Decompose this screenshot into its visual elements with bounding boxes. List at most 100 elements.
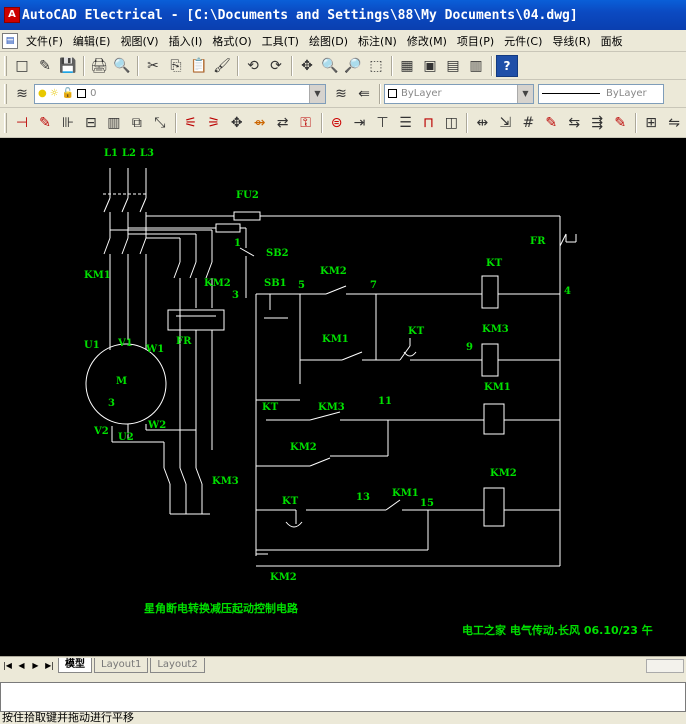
tab-layout2[interactable]: Layout2 [150, 658, 205, 673]
open-icon[interactable]: ✎ [34, 55, 56, 77]
label-fr-top: FR [530, 236, 546, 247]
calculator-icon[interactable]: ▥ [465, 55, 487, 77]
label-node-3: 3 [232, 290, 239, 301]
new-icon[interactable]: □ [11, 55, 33, 77]
panel-icon[interactable]: ◫ [440, 112, 462, 134]
show-wires-icon[interactable]: ⇶ [586, 112, 608, 134]
wire-number-leader-icon[interactable]: ⇲ [494, 112, 516, 134]
drawing-canvas[interactable]: L1 L2 L3 FU2 FR KM1 KM2 1 SB2 3 SB1 5 KM… [0, 138, 686, 656]
layer-dropdown[interactable]: ● ☼ 🔓 0 ▼ [34, 83, 326, 104]
source-arrow-icon[interactable]: ⇄ [272, 112, 294, 134]
toggle-wire-icon[interactable]: ⇆ [563, 112, 585, 134]
pan-icon[interactable]: ✥ [296, 55, 318, 77]
print-icon[interactable]: 🖨 [88, 55, 110, 77]
hash-wire-icon[interactable]: # [517, 112, 539, 134]
toolbar-grip[interactable] [4, 83, 7, 104]
menu-draw[interactable]: 绘图(D) [304, 33, 353, 49]
last-tab-icon[interactable]: ▶| [43, 659, 56, 673]
label-node-7: 7 [370, 280, 377, 291]
tab-model[interactable]: 模型 [58, 658, 92, 673]
label-node-9: 9 [466, 342, 473, 353]
color-dropdown[interactable]: ByLayer ▼ [384, 83, 534, 104]
toolbar-separator [137, 55, 139, 76]
wire-tag-icon[interactable]: ⇴ [249, 112, 271, 134]
edit-component-icon[interactable]: ✎ [34, 112, 56, 134]
insert-component-icon[interactable]: ⊣ [11, 112, 33, 134]
cut-icon[interactable]: ✂ [142, 55, 164, 77]
preview-icon[interactable]: 🔍 [111, 55, 133, 77]
tab-layout1[interactable]: Layout1 [94, 658, 149, 673]
pneumatic-icon[interactable]: ⊜ [326, 112, 348, 134]
edit-wire-icon[interactable]: ✎ [540, 112, 562, 134]
ladder-insert-icon[interactable]: ☰ [395, 112, 417, 134]
ladder-icon[interactable]: ⚿ [295, 112, 317, 134]
first-tab-icon[interactable]: |◀ [1, 659, 14, 673]
toolbar-separator [320, 112, 323, 133]
menu-dimension[interactable]: 标注(N) [353, 33, 402, 49]
audit-icon[interactable]: ⇋ [663, 112, 685, 134]
toolbar-grip[interactable] [4, 112, 7, 133]
layer-manager-icon[interactable]: ≋ [11, 83, 33, 105]
redo-icon[interactable]: ⟳ [265, 55, 287, 77]
drawing-footer: 电工之家 电气传动.长风 06.10/23 午 [462, 624, 653, 637]
toolbar-separator [635, 112, 638, 133]
design-center-icon[interactable]: ▣ [419, 55, 441, 77]
document-icon[interactable]: ▤ [2, 32, 18, 49]
parent-child-icon[interactable]: ▥ [103, 112, 125, 134]
properties-icon[interactable]: ▦ [396, 55, 418, 77]
stretch-wire-icon[interactable]: ⇥ [349, 112, 371, 134]
reports-icon[interactable]: ⊓ [417, 112, 439, 134]
insert-wire-number-icon[interactable]: ✥ [226, 112, 248, 134]
prev-tab-icon[interactable]: ◀ [15, 659, 28, 673]
menu-components[interactable]: 元件(C) [499, 33, 547, 49]
signal-arrow-icon[interactable]: ⇹ [471, 112, 493, 134]
scoot-icon[interactable]: ⤡ [149, 112, 171, 134]
menu-project[interactable]: 项目(P) [452, 33, 499, 49]
menu-insert[interactable]: 插入(I) [164, 33, 208, 49]
wire-icon[interactable]: ⚟ [180, 112, 202, 134]
cross-reference-icon[interactable]: ⧉ [126, 112, 148, 134]
command-line[interactable] [0, 682, 686, 712]
menu-wires[interactable]: 导线(R) [547, 33, 595, 49]
menu-view[interactable]: 视图(V) [115, 33, 163, 49]
zoom-previous-icon[interactable]: ⬚ [365, 55, 387, 77]
toolbar-grip[interactable] [4, 55, 7, 76]
layer-previous-icon[interactable]: ⇚ [353, 83, 375, 105]
undo-icon[interactable]: ⟲ [242, 55, 264, 77]
menu-format[interactable]: 格式(O) [207, 33, 256, 49]
zoom-realtime-icon[interactable]: 🔍 [319, 55, 341, 77]
save-icon[interactable]: 💾 [57, 55, 79, 77]
label-motor-m: M [116, 376, 128, 387]
help-icon[interactable]: ? [496, 54, 518, 77]
menu-file[interactable]: 文件(F) [21, 33, 68, 49]
copy-icon[interactable]: ⎘ [165, 55, 187, 77]
horizontal-scrollbar[interactable] [646, 658, 684, 673]
delete-component-icon[interactable]: ⊟ [80, 112, 102, 134]
chevron-down-icon[interactable]: ▼ [309, 84, 325, 103]
menu-modify[interactable]: 修改(M) [402, 33, 452, 49]
make-current-layer-icon[interactable]: ≋ [330, 83, 352, 105]
status-prompt: 按住拾取键并拖动进行平移 [0, 712, 686, 724]
copy-component-icon[interactable]: ⊪ [57, 112, 79, 134]
label-km2-e: KM2 [270, 572, 297, 583]
zoom-window-icon[interactable]: 🔎 [342, 55, 364, 77]
tool-palettes-icon[interactable]: ▤ [442, 55, 464, 77]
label-kt-b: KT [262, 402, 279, 413]
linetype-dropdown[interactable]: ByLayer [538, 83, 664, 104]
menu-tools[interactable]: 工具(T) [257, 33, 304, 49]
autocad-app-icon[interactable]: A [4, 7, 20, 23]
label-l2: L2 [122, 148, 136, 159]
match-properties-icon[interactable]: 🖌 [211, 55, 233, 77]
next-tab-icon[interactable]: ▶ [29, 659, 42, 673]
title-bar: A AutoCAD Electrical - [C:\Documents and… [0, 0, 686, 30]
layout-tabs-bar: |◀ ◀ ▶ ▶| 模型 Layout1 Layout2 [0, 656, 686, 674]
lightbulb-icon: ● [38, 88, 47, 99]
menu-panel[interactable]: 面板 [596, 33, 628, 49]
terminal-strip-icon[interactable]: ⊞ [640, 112, 662, 134]
menu-edit[interactable]: 编辑(E) [68, 33, 116, 49]
multi-wire-icon[interactable]: ⚞ [203, 112, 225, 134]
trim-wire-icon[interactable]: ⊤ [372, 112, 394, 134]
paste-icon[interactable]: 📋 [188, 55, 210, 77]
chevron-down-icon[interactable]: ▼ [517, 84, 533, 103]
edit-attribute-icon[interactable]: ✎ [609, 112, 631, 134]
